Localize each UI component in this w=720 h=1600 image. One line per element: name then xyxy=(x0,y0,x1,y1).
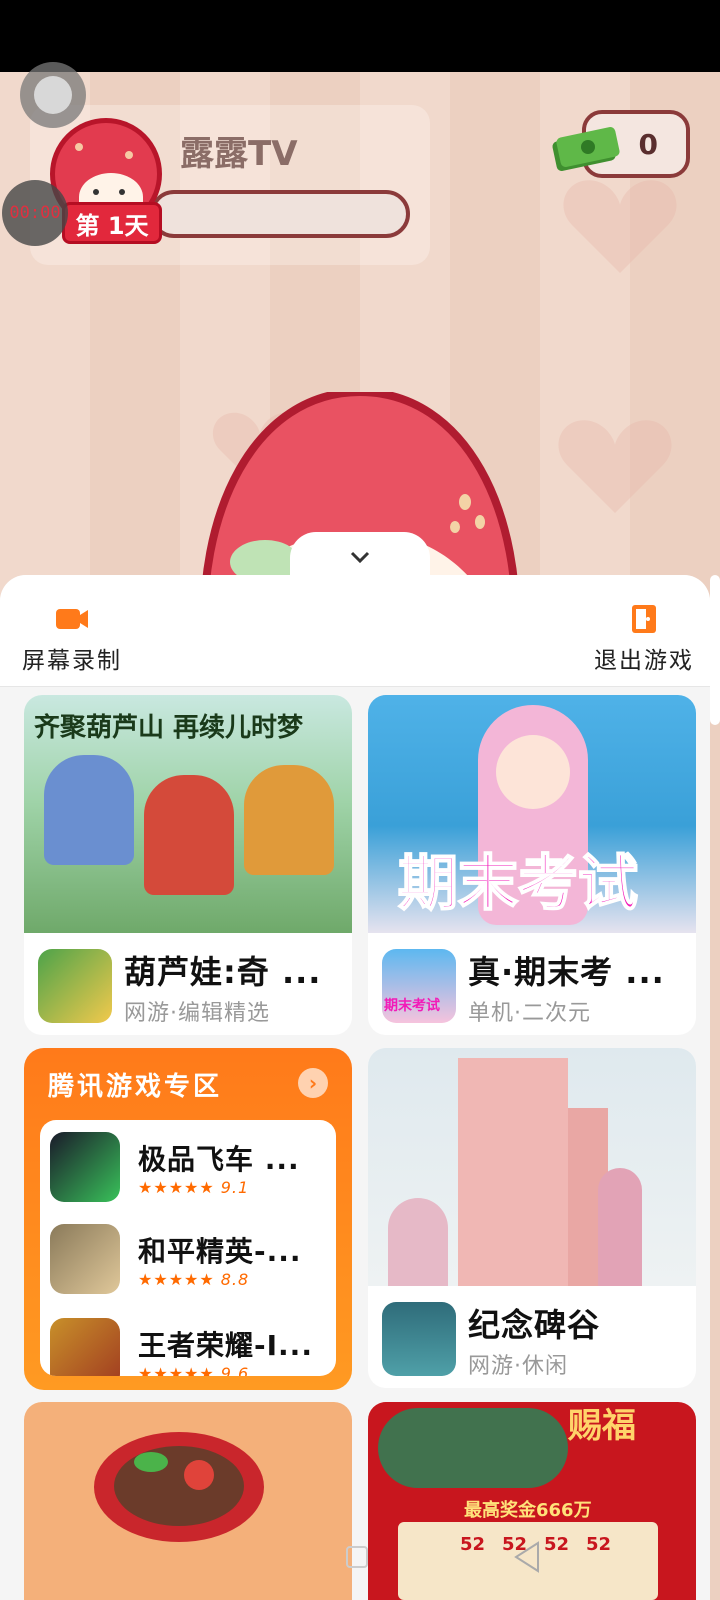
game-name: 极品飞车 ... xyxy=(138,1143,300,1176)
video-camera-icon xyxy=(56,609,88,629)
game-name: 王者荣耀-I... xyxy=(138,1329,313,1362)
game-icon xyxy=(38,949,112,1023)
exit-door-icon xyxy=(632,605,656,633)
list-item[interactable]: 和平精英-... ★★★★★ 8.8 xyxy=(50,1224,330,1296)
scrollbar[interactable] xyxy=(710,575,720,725)
avatar[interactable]: 第 1天 xyxy=(50,118,162,248)
game-title: 纪念碑谷 xyxy=(468,1306,601,1344)
timer-display[interactable]: 00:00 xyxy=(2,180,68,246)
list-item[interactable]: 王者荣耀-I... ★★★★★ 9.6 xyxy=(50,1318,330,1376)
rating-score: 9.1 xyxy=(220,1178,250,1197)
heart-decoration xyxy=(555,410,675,520)
game-banner-image: 齐聚葫芦山 再续儿时梦 xyxy=(24,695,352,933)
tencent-zone-title: 腾讯游戏专区 xyxy=(48,1072,223,1102)
star-rating: ★★★★★ 9.1 xyxy=(138,1178,250,1197)
game-icon xyxy=(382,1302,456,1376)
sheet-toolbar: 屏幕录制 退出游戏 xyxy=(0,575,710,687)
game-banner-image xyxy=(24,1402,352,1600)
day-badge: 第 1天 xyxy=(62,202,162,244)
more-arrow-icon[interactable]: › xyxy=(298,1068,328,1098)
game-icon: 期末考试 xyxy=(382,949,456,1023)
heart-decoration xyxy=(560,170,680,280)
star-rating: ★★★★★ 9.6 xyxy=(138,1364,249,1376)
game-banner-image xyxy=(368,1048,696,1286)
home-nav-icon[interactable] xyxy=(346,1546,368,1568)
game-icon-label: 期末考试 xyxy=(384,998,440,1014)
rating-score: 8.8 xyxy=(220,1270,250,1289)
tencent-game-list: 极品飞车 ... ★★★★★ 9.1 和平精英-... ★★★★★ 8.8 王者荣耀… xyxy=(40,1120,336,1376)
banner-prize: 最高奖金666万 xyxy=(464,1500,592,1521)
screen-record-button[interactable]: 屏幕录制 xyxy=(22,603,122,675)
game-title: 真·期末考 ... xyxy=(468,953,665,991)
banner-top-text: 赐福 xyxy=(568,1406,636,1446)
game-banner-image: 期末考试 xyxy=(368,695,696,933)
lottery-number: 52 xyxy=(544,1534,570,1555)
money-counter: 0 xyxy=(550,110,690,178)
game-subtitle: 网游·编辑精选 xyxy=(124,1001,270,1026)
list-item[interactable]: 极品飞车 ... ★★★★★ 9.1 xyxy=(50,1132,330,1204)
game-title: 葫芦娃:奇 ... xyxy=(124,953,322,991)
lottery-number: 52 xyxy=(586,1534,612,1555)
exit-game-label: 退出游戏 xyxy=(594,648,694,674)
game-name: 和平精英-... xyxy=(138,1235,302,1268)
game-card-monument-valley[interactable]: 纪念碑谷 网游·休闲 xyxy=(368,1048,696,1388)
game-icon xyxy=(50,1224,120,1294)
back-nav-icon[interactable] xyxy=(512,1540,542,1574)
cash-icon xyxy=(552,127,620,171)
game-subtitle: 单机·二次元 xyxy=(468,1001,591,1026)
rating-score: 9.6 xyxy=(220,1364,250,1376)
tencent-games-zone: 腾讯游戏专区 › 极品飞车 ... ★★★★★ 9.1 和平精英-... ★★★★… xyxy=(24,1048,352,1390)
exit-game-button[interactable]: 退出游戏 xyxy=(594,603,694,675)
game-card-final-exam[interactable]: 期末考试 期末考试 真·期末考 ... 单机·二次元 xyxy=(368,695,696,1035)
game-subtitle: 网游·休闲 xyxy=(468,1354,568,1379)
lottery-number: 52 xyxy=(460,1534,486,1555)
game-icon xyxy=(50,1132,120,1202)
screen-record-label: 屏幕录制 xyxy=(22,648,122,674)
banner-slogan: 齐聚葫芦山 再续儿时梦 xyxy=(34,713,304,743)
game-icon xyxy=(50,1318,120,1376)
game-card-cooking[interactable] xyxy=(24,1402,352,1600)
player-name: 露露TV xyxy=(180,134,298,174)
game-card-calabash[interactable]: 齐聚葫芦山 再续儿时梦 葫芦娃:奇 ... 网游·编辑精选 xyxy=(24,695,352,1035)
banner-title: 期末考试 xyxy=(397,848,639,920)
floating-ball[interactable] xyxy=(20,62,86,128)
status-bar xyxy=(0,0,720,72)
chevron-down-icon xyxy=(350,551,370,564)
day-progress-bar xyxy=(150,190,410,238)
star-rating: ★★★★★ 8.8 xyxy=(138,1270,250,1289)
